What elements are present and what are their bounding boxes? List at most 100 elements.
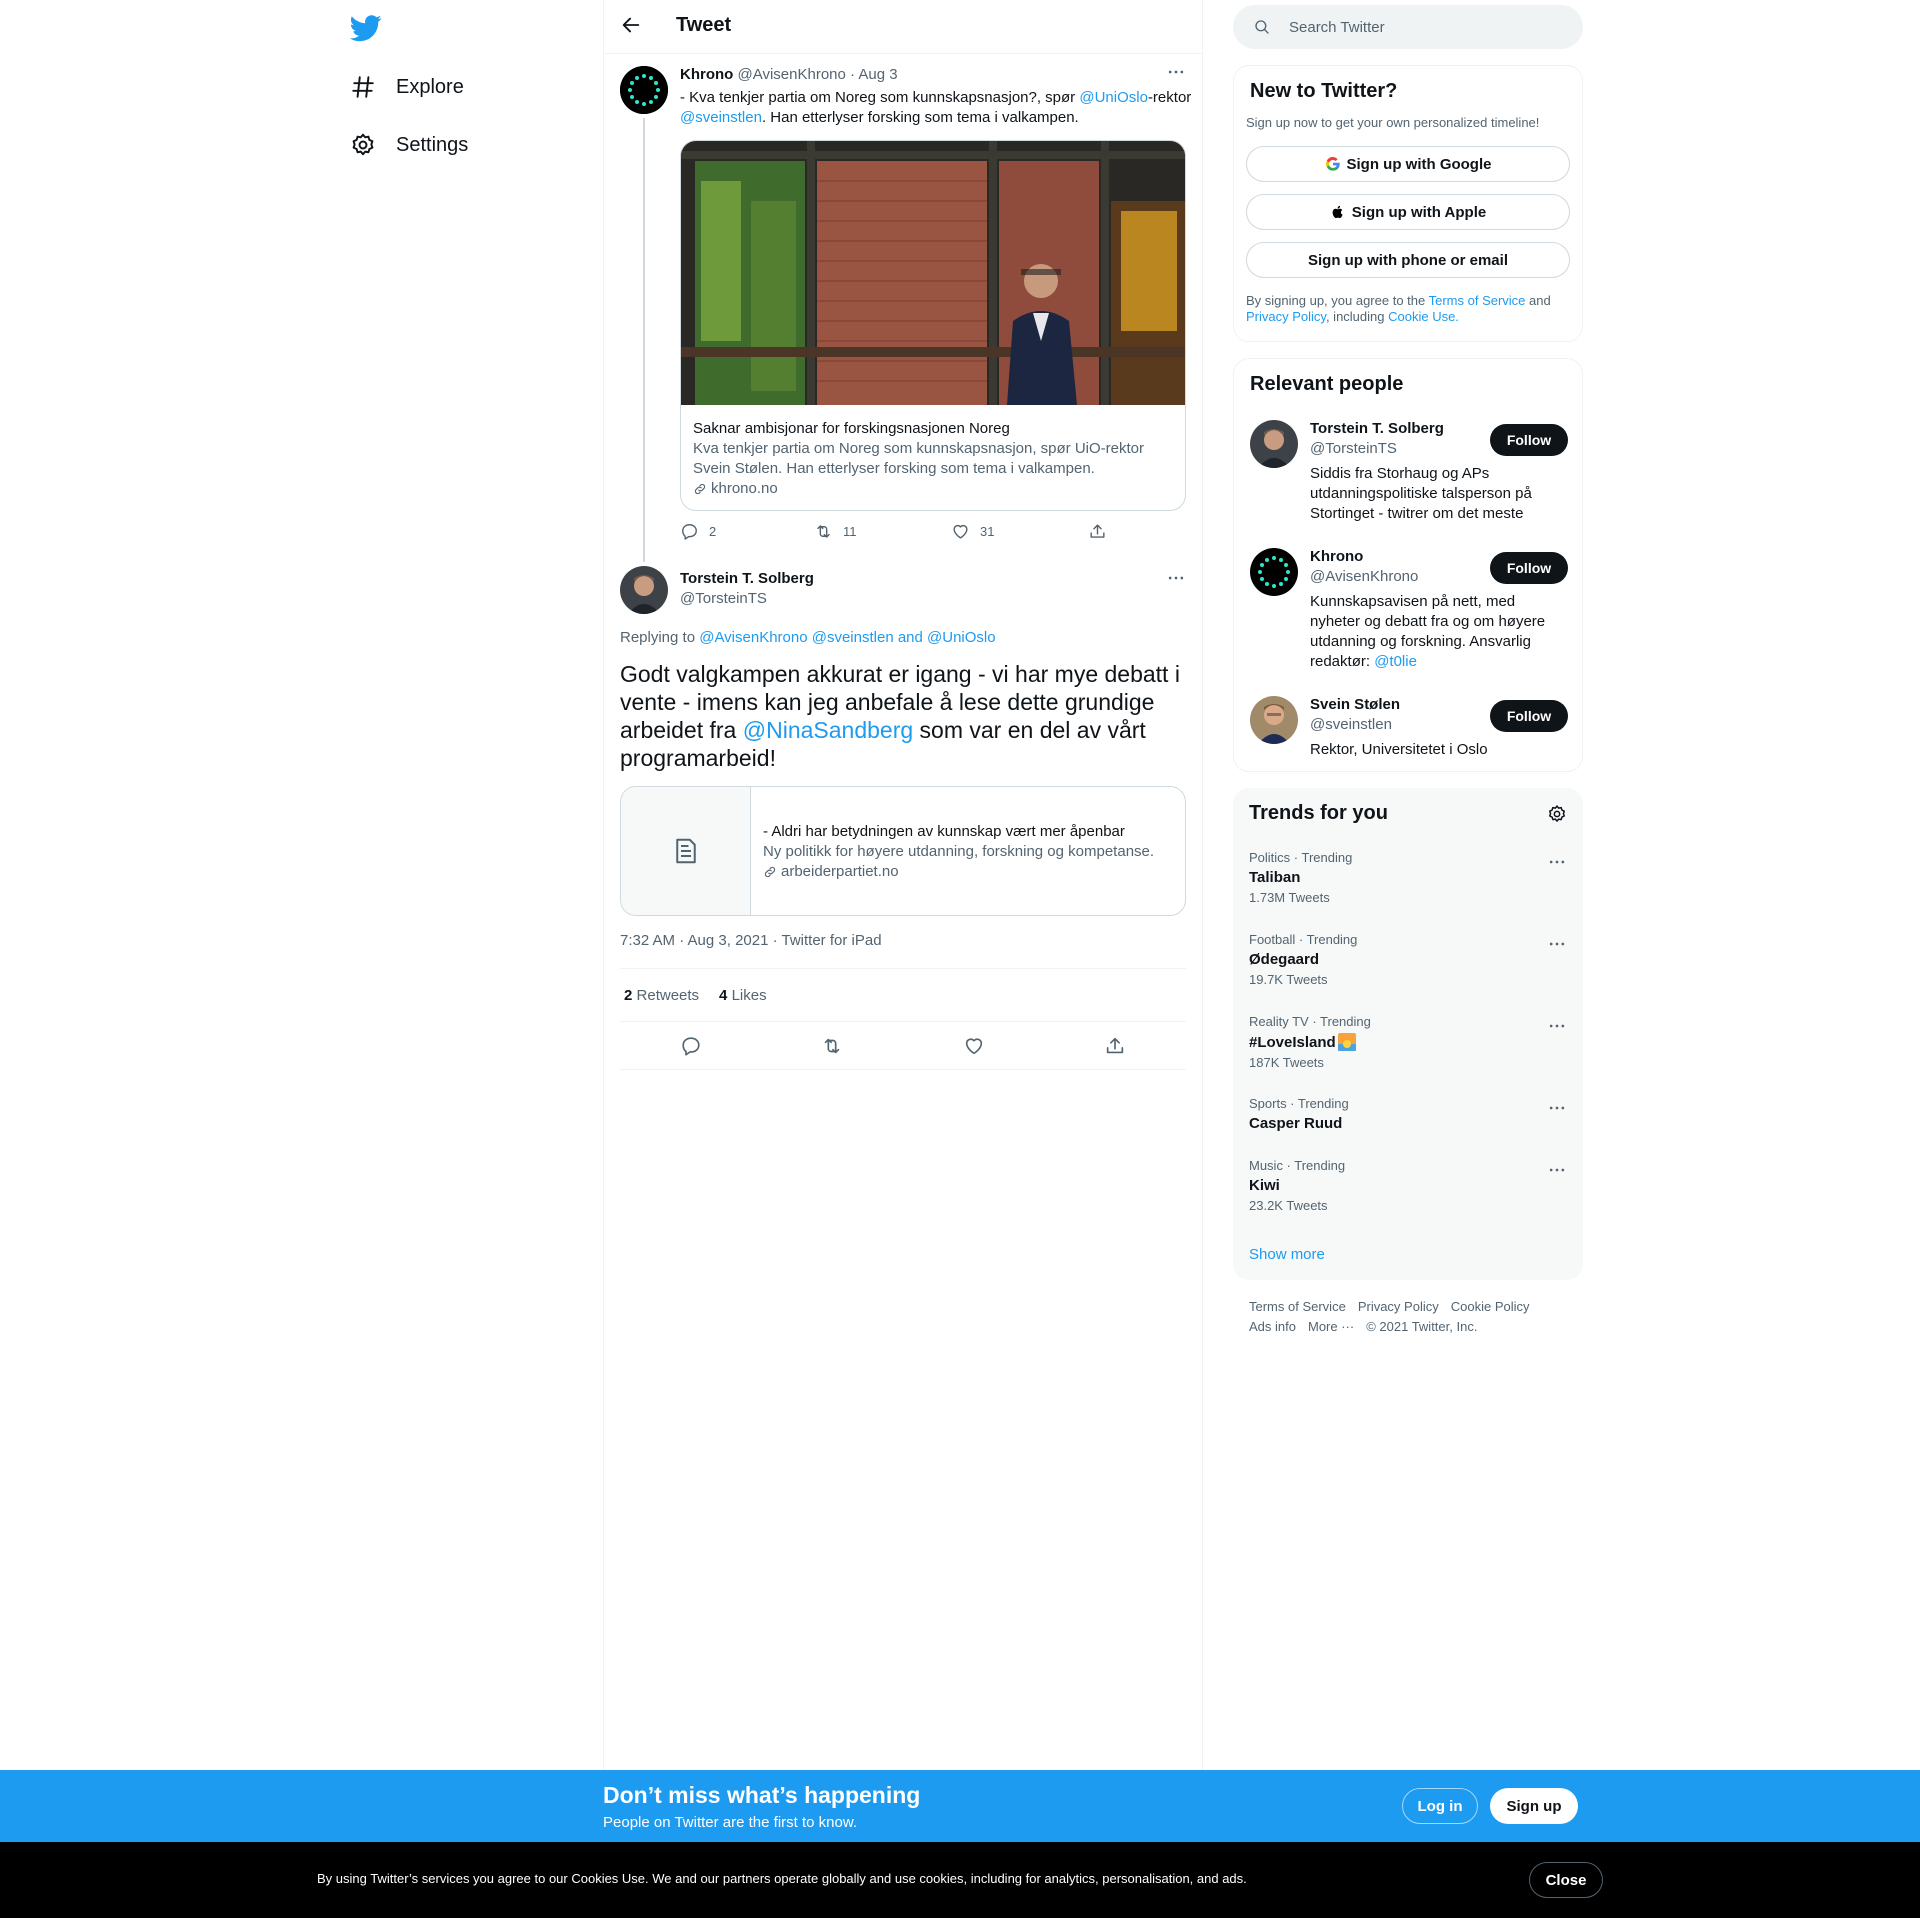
trend-more-icon[interactable] xyxy=(1547,852,1567,872)
person-bio: Siddis fra Storhaug og APs utdanningspol… xyxy=(1310,465,1532,522)
relevant-people-title: Relevant people xyxy=(1250,373,1404,395)
tweet2-author-handle[interactable]: @TorsteinTS xyxy=(680,590,767,607)
follow-button[interactable]: Follow xyxy=(1490,700,1568,732)
cookie-use-link[interactable]: Cookie Use. xyxy=(1388,309,1459,324)
signup-google-button[interactable]: Sign up with Google xyxy=(1246,146,1570,182)
person-bio-text: Kunnskapsavisen på nett, med nyheter og … xyxy=(1310,593,1546,670)
trend-more-icon[interactable] xyxy=(1547,1160,1567,1180)
google-icon xyxy=(1325,156,1341,172)
trend-category: Music · Trending xyxy=(1249,1158,1346,1173)
trend-item[interactable]: Sports · Trending Casper Ruud xyxy=(1249,1096,1567,1132)
footer-privacy-link[interactable]: Privacy Policy xyxy=(1358,1299,1439,1314)
cookie-close-button[interactable]: Close xyxy=(1529,1862,1603,1898)
card-description: Kva tenkjer partia om Noreg som kunnskap… xyxy=(693,440,1145,477)
tweet2-more-icon[interactable] xyxy=(1166,568,1190,592)
person-name: Svein Stølen xyxy=(1310,696,1401,713)
new-to-twitter-panel: New to Twitter? Sign up now to get your … xyxy=(1233,65,1583,342)
signup-legal-text: By signing up, you agree to the Terms of… xyxy=(1246,293,1572,325)
back-arrow-icon[interactable] xyxy=(620,14,646,40)
retweet-icon xyxy=(814,522,833,541)
tweet1-more-icon[interactable] xyxy=(1166,62,1190,86)
trend-item[interactable]: Music · Trending Kiwi 23.2K Tweets xyxy=(1249,1158,1567,1213)
search-input[interactable] xyxy=(1289,18,1549,36)
footer-row-1: Terms of Service Privacy Policy Cookie P… xyxy=(1249,1299,1530,1314)
avatar xyxy=(1250,696,1298,744)
mention-ninasandberg[interactable]: @NinaSandberg xyxy=(743,717,913,743)
signup-phone-email-button[interactable]: Sign up with phone or email xyxy=(1246,242,1570,278)
legal-text-part: and xyxy=(1525,293,1551,308)
nav-explore[interactable]: Explore xyxy=(350,67,464,107)
mention-t0lie[interactable]: @t0lie xyxy=(1374,653,1417,670)
footer-more-link[interactable]: More ··· xyxy=(1308,1319,1354,1334)
document-icon xyxy=(671,836,701,866)
show-more-link[interactable]: Show more xyxy=(1249,1246,1325,1263)
trend-item[interactable]: Politics · Trending Taliban 1.73M Tweets xyxy=(1249,850,1567,905)
retweets-stat[interactable]: 2 Retweets xyxy=(624,987,699,1004)
share-button[interactable] xyxy=(1088,522,1107,541)
login-button[interactable]: Log in xyxy=(1402,1788,1478,1824)
reply-icon[interactable] xyxy=(680,1035,702,1057)
legal-text-part: , including xyxy=(1325,309,1389,324)
card-domain: arbeiderpartiet.no xyxy=(781,863,899,880)
trend-count: 1.73M Tweets xyxy=(1249,890,1330,905)
search-bar[interactable] xyxy=(1233,5,1583,49)
follow-button[interactable]: Follow xyxy=(1490,552,1568,584)
tweet2-link-card[interactable]: - Aldri har betydningen av kunnskap vært… xyxy=(620,786,1186,916)
tweet-timestamp[interactable]: 7:32 AM · Aug 3, 2021 · Twitter for iPad xyxy=(620,932,882,949)
tweet1-text-part: -rektor xyxy=(1147,89,1192,106)
trends-settings-gear-icon[interactable] xyxy=(1547,804,1567,824)
trend-more-icon[interactable] xyxy=(1547,1098,1567,1118)
person-svein[interactable]: Svein Stølen @sveinstlen Follow Rektor, … xyxy=(1250,696,1568,760)
tweet1-author-handle[interactable]: @AvisenKhrono xyxy=(738,66,846,83)
khrono-avatar[interactable] xyxy=(620,66,668,114)
tweet1-text-part: . Han etterlyser forsking som tema i val… xyxy=(761,109,1079,126)
trend-name: Kiwi xyxy=(1249,1177,1280,1194)
twitter-logo-icon[interactable] xyxy=(350,12,382,44)
signup-banner: Don’t miss what’s happening People on Tw… xyxy=(0,1770,1920,1842)
signup-button[interactable]: Sign up xyxy=(1490,1788,1578,1824)
retweet-button[interactable]: 11 xyxy=(814,522,951,541)
gear-icon xyxy=(350,132,376,158)
likes-stat[interactable]: 4 Likes xyxy=(719,987,767,1004)
footer-cookie-link[interactable]: Cookie Policy xyxy=(1451,1299,1530,1314)
trend-more-icon[interactable] xyxy=(1547,1016,1567,1036)
person-torstein[interactable]: Torstein T. Solberg @TorsteinTS Follow S… xyxy=(1250,420,1568,530)
footer-terms-link[interactable]: Terms of Service xyxy=(1249,1299,1346,1314)
nav-settings[interactable]: Settings xyxy=(350,125,468,165)
new-to-twitter-subtitle: Sign up now to get your own personalized… xyxy=(1246,115,1540,130)
heart-icon[interactable] xyxy=(963,1035,985,1057)
footer-ads-info-link[interactable]: Ads info xyxy=(1249,1319,1296,1334)
share-icon[interactable] xyxy=(1104,1035,1126,1057)
like-button[interactable]: 31 xyxy=(951,522,1088,541)
tweet1-link-card[interactable]: Saknar ambisjonar for forskingsnasjonen … xyxy=(680,140,1186,511)
nav-explore-label: Explore xyxy=(396,75,464,98)
tweet2-text: Godt valgkampen akkurat er igang - vi ha… xyxy=(620,660,1190,772)
replying-to-users[interactable]: @AvisenKhrono @sveinstlen and @UniOslo xyxy=(699,629,995,646)
avatar xyxy=(1250,548,1298,596)
trend-more-icon[interactable] xyxy=(1547,934,1567,954)
terms-of-service-link[interactable]: Terms of Service xyxy=(1429,293,1526,308)
card-thumbnail xyxy=(621,787,751,915)
person-name: Torstein T. Solberg xyxy=(1310,420,1444,437)
mention-unioslo[interactable]: @UniOslo xyxy=(1079,89,1148,106)
tweet2-author-name[interactable]: Torstein T. Solberg xyxy=(680,570,814,587)
signup-apple-button[interactable]: Sign up with Apple xyxy=(1246,194,1570,230)
privacy-policy-link[interactable]: Privacy Policy xyxy=(1246,309,1326,324)
mention-sveinstlen[interactable]: @sveinstlen xyxy=(680,109,762,126)
trend-name: #LoveIsland xyxy=(1249,1033,1336,1051)
reply-count: 2 xyxy=(709,524,717,539)
banner-subtitle: People on Twitter are the first to know. xyxy=(603,1814,858,1831)
retweets-stat-label: Retweets xyxy=(636,986,700,1004)
reply-button[interactable]: 2 xyxy=(680,522,814,541)
tweet1-author-name[interactable]: Khrono xyxy=(680,66,733,83)
torstein-avatar[interactable] xyxy=(620,566,668,614)
tweet1-date[interactable]: · Aug 3 xyxy=(850,66,898,83)
follow-button[interactable]: Follow xyxy=(1490,424,1568,456)
retweet-icon[interactable] xyxy=(821,1035,843,1057)
card-description: Ny politikk for høyere utdanning, forskn… xyxy=(763,843,1155,860)
trend-item[interactable]: Football · Trending Ødegaard 19.7K Tweet… xyxy=(1249,932,1567,987)
trend-item[interactable]: Reality TV · Trending #LoveIsland 187K T… xyxy=(1249,1014,1567,1070)
trend-category: Sports · Trending xyxy=(1249,1096,1349,1111)
avatar xyxy=(1250,420,1298,468)
person-khrono[interactable]: Khrono @AvisenKhrono Follow Kunnskapsavi… xyxy=(1250,548,1568,678)
